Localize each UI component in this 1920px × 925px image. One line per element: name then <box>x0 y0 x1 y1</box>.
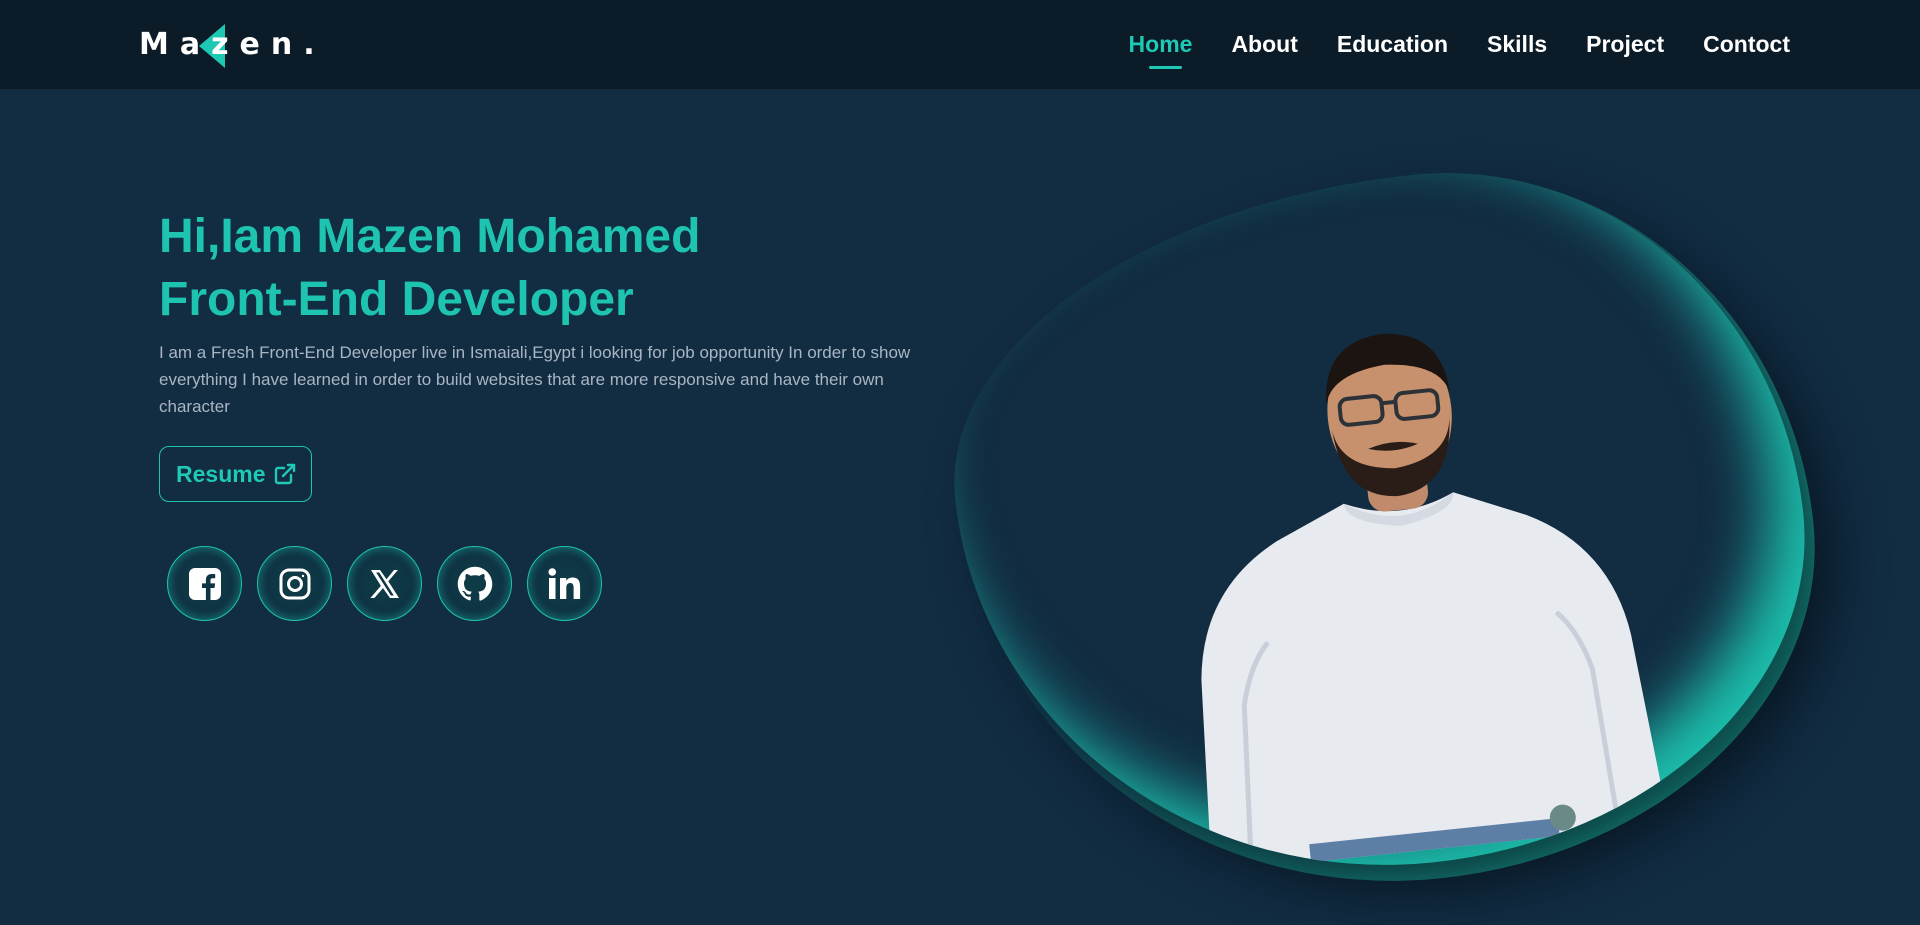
github-button[interactable] <box>437 546 512 621</box>
hero-section: Hi,Iam Mazen Mohamed Front-End Developer… <box>159 205 919 621</box>
logo-text: Mazen. <box>139 27 326 62</box>
facebook-icon <box>188 567 221 600</box>
hero-title-line2: Front-End Developer <box>159 273 634 326</box>
main-nav: Home About Education Skills Project Cont… <box>1129 25 1790 69</box>
resume-button[interactable]: Resume <box>159 446 313 502</box>
linkedin-button[interactable] <box>527 546 602 621</box>
hero-title-line1: Hi,Iam Mazen Mohamed <box>159 210 701 263</box>
social-links <box>167 546 919 621</box>
github-icon <box>457 566 492 601</box>
nav-link-project[interactable]: Project <box>1586 25 1664 64</box>
instagram-icon <box>279 568 310 599</box>
external-link-icon <box>275 463 296 485</box>
hero-blob-frame <box>926 137 1836 909</box>
hero-description: I am a Fresh Front-End Developer live in… <box>159 343 911 416</box>
x-icon <box>369 569 399 598</box>
nav-link-education[interactable]: Education <box>1337 25 1448 64</box>
nav-link-about[interactable]: About <box>1231 25 1297 64</box>
profile-portrait <box>1201 333 1670 873</box>
top-navbar: Mazen. Home About Education Skills Proje… <box>0 0 1920 89</box>
hero-title: Hi,Iam Mazen Mohamed Front-End Developer <box>159 205 919 331</box>
nav-link-contact[interactable]: Contoct <box>1703 25 1790 64</box>
nav-link-skills[interactable]: Skills <box>1487 25 1547 64</box>
linkedin-icon <box>547 567 580 599</box>
resume-button-label: Resume <box>176 460 266 487</box>
hero-image-area <box>926 137 1847 925</box>
nav-link-home[interactable]: Home <box>1129 25 1192 69</box>
instagram-button[interactable] <box>257 546 332 621</box>
facebook-button[interactable] <box>167 546 242 621</box>
x-button[interactable] <box>347 546 422 621</box>
site-logo[interactable]: Mazen. <box>139 22 326 68</box>
